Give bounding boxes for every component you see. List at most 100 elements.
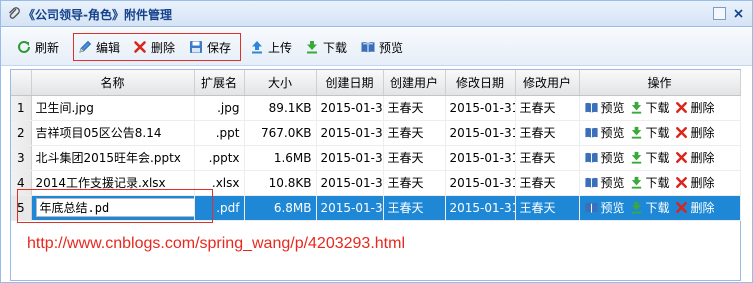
window-title: 《公司领导-角色》附件管理 <box>23 8 172 22</box>
row-delete-link[interactable]: 删除 <box>674 149 715 166</box>
row-preview-link[interactable]: 预览 <box>584 199 625 216</box>
name-cell[interactable]: 卫生间.jpg <box>31 95 195 121</box>
maximize-button[interactable] <box>713 7 726 20</box>
row-preview-link[interactable]: 预览 <box>584 174 625 191</box>
created-date-cell[interactable]: 2015-01-31 <box>316 95 384 121</box>
created-date-cell[interactable]: 2015-01-31 <box>316 145 384 171</box>
delete-x-icon <box>134 41 146 53</box>
row-preview-link[interactable]: 预览 <box>584 124 625 141</box>
size-cell[interactable]: 10.8KB <box>244 170 317 196</box>
row-download-link[interactable]: 下载 <box>629 124 670 141</box>
edit-label: 编辑 <box>96 40 121 55</box>
row-download-label: 下载 <box>645 151 670 165</box>
header-actions: 操作 <box>579 70 741 96</box>
size-cell[interactable]: 1.6MB <box>244 145 317 171</box>
paperclip-icon <box>6 6 22 22</box>
row-download-link[interactable]: 下载 <box>629 174 670 191</box>
download-button[interactable]: 下载 <box>304 37 347 57</box>
delete-x-icon <box>674 200 691 215</box>
header-name[interactable]: 名称 <box>31 70 195 96</box>
row-delete-link[interactable]: 删除 <box>674 199 715 216</box>
save-label: 保存 <box>207 40 232 55</box>
row-delete-link[interactable]: 删除 <box>674 124 715 141</box>
download-label: 下载 <box>323 40 348 55</box>
row-number: 2 <box>11 120 32 146</box>
name-cell[interactable]: 北斗集团2015旺年会.pptx <box>31 145 195 171</box>
modified-date-cell[interactable]: 2015-01-31 <box>445 170 516 196</box>
modified-date-cell[interactable]: 2015-01-31 <box>445 95 516 121</box>
modified-date-cell[interactable]: 2015-01-31 <box>445 145 516 171</box>
row-delete-label: 删除 <box>690 126 715 140</box>
row-download-link[interactable]: 下载 <box>629 99 670 116</box>
book-icon <box>584 150 601 165</box>
toolbar: 刷新 编辑 删除 保存 上传 下载 预览 <box>1 28 752 66</box>
delete-x-icon <box>674 125 691 140</box>
extension-cell[interactable]: .pptx <box>194 145 245 171</box>
row-delete-label: 删除 <box>690 201 715 215</box>
delete-x-icon <box>674 150 691 165</box>
modified-user-cell[interactable]: 王春天 <box>515 170 580 196</box>
extension-cell[interactable]: .jpg <box>194 95 245 121</box>
created-user-cell[interactable]: 王春天 <box>383 120 446 146</box>
header-modified-date[interactable]: 修改日期 <box>445 70 516 96</box>
preview-button[interactable]: 预览 <box>360 37 403 57</box>
size-cell[interactable]: 767.0KB <box>244 120 317 146</box>
created-date-cell[interactable]: 2015-01-31 <box>316 120 384 146</box>
book-icon <box>584 100 601 115</box>
actions-cell: 预览 下载 删除 <box>579 120 741 146</box>
header-rownumber <box>11 70 32 96</box>
created-user-cell[interactable]: 王春天 <box>383 170 446 196</box>
table-row[interactable]: 1卫生间.jpg.jpg89.1KB2015-01-31王春天2015-01-3… <box>11 95 741 121</box>
table-row[interactable]: 2吉祥项目05区公告8.14.ppt767.0KB2015-01-31王春天20… <box>11 120 741 146</box>
row-number: 1 <box>11 95 32 121</box>
save-disk-icon <box>190 41 202 53</box>
delete-button[interactable]: 删除 <box>132 37 175 57</box>
delete-x-icon <box>674 175 691 190</box>
modified-date-cell[interactable]: 2015-01-31 <box>445 120 516 146</box>
row-download-label: 下载 <box>645 101 670 115</box>
row-delete-label: 删除 <box>690 176 715 190</box>
size-cell[interactable]: 89.1KB <box>244 95 317 121</box>
table-row[interactable]: 3北斗集团2015旺年会.pptx.pptx1.6MB2015-01-31王春天… <box>11 145 741 171</box>
created-user-cell[interactable]: 王春天 <box>383 95 446 121</box>
header-created-user[interactable]: 创建用户 <box>383 70 446 96</box>
modified-user-cell[interactable]: 王春天 <box>515 120 580 146</box>
modified-user-cell[interactable]: 王春天 <box>515 145 580 171</box>
created-date-cell[interactable]: 2015-01-31 <box>316 195 384 221</box>
row-download-link[interactable]: 下载 <box>629 199 670 216</box>
row-delete-label: 删除 <box>690 101 715 115</box>
size-cell[interactable]: 6.8MB <box>244 195 317 221</box>
header-size[interactable]: 大小 <box>244 70 317 96</box>
header-modified-user[interactable]: 修改用户 <box>515 70 580 96</box>
window-title-bar: 《公司领导-角色》附件管理 <box>1 1 752 27</box>
created-date-cell[interactable]: 2015-01-31 <box>316 170 384 196</box>
modified-user-cell[interactable]: 王春天 <box>515 95 580 121</box>
actions-cell: 预览 下载 删除 <box>579 145 741 171</box>
refresh-label: 刷新 <box>35 40 60 55</box>
row-preview-label: 预览 <box>600 101 625 115</box>
row-delete-link[interactable]: 删除 <box>674 174 715 191</box>
row-preview-link[interactable]: 预览 <box>584 99 625 116</box>
created-user-cell[interactable]: 王春天 <box>383 145 446 171</box>
close-button[interactable] <box>732 7 745 20</box>
actions-cell: 预览 下载 删除 <box>579 95 741 121</box>
highlight-box-name-editor <box>17 189 213 223</box>
upload-button[interactable]: 上传 <box>249 37 292 57</box>
modified-date-cell[interactable]: 2015-01-31 <box>445 195 516 221</box>
modified-user-cell[interactable]: 王春天 <box>515 195 580 221</box>
header-created-date[interactable]: 创建日期 <box>316 70 384 96</box>
download-icon <box>629 150 646 165</box>
attachment-window: 《公司领导-角色》附件管理 刷新 编辑 删除 保存 上传 下载 预览 名称 扩展… <box>0 0 753 283</box>
row-download-label: 下载 <box>645 201 670 215</box>
row-preview-label: 预览 <box>600 126 625 140</box>
save-button[interactable]: 保存 <box>188 37 231 57</box>
created-user-cell[interactable]: 王春天 <box>383 195 446 221</box>
name-cell[interactable]: 吉祥项目05区公告8.14 <box>31 120 195 146</box>
extension-cell[interactable]: .ppt <box>194 120 245 146</box>
edit-button[interactable]: 编辑 <box>77 37 120 57</box>
row-download-link[interactable]: 下载 <box>629 149 670 166</box>
row-preview-link[interactable]: 预览 <box>584 149 625 166</box>
header-extension[interactable]: 扩展名 <box>194 70 245 96</box>
refresh-button[interactable]: 刷新 <box>16 37 59 57</box>
row-delete-link[interactable]: 删除 <box>674 99 715 116</box>
